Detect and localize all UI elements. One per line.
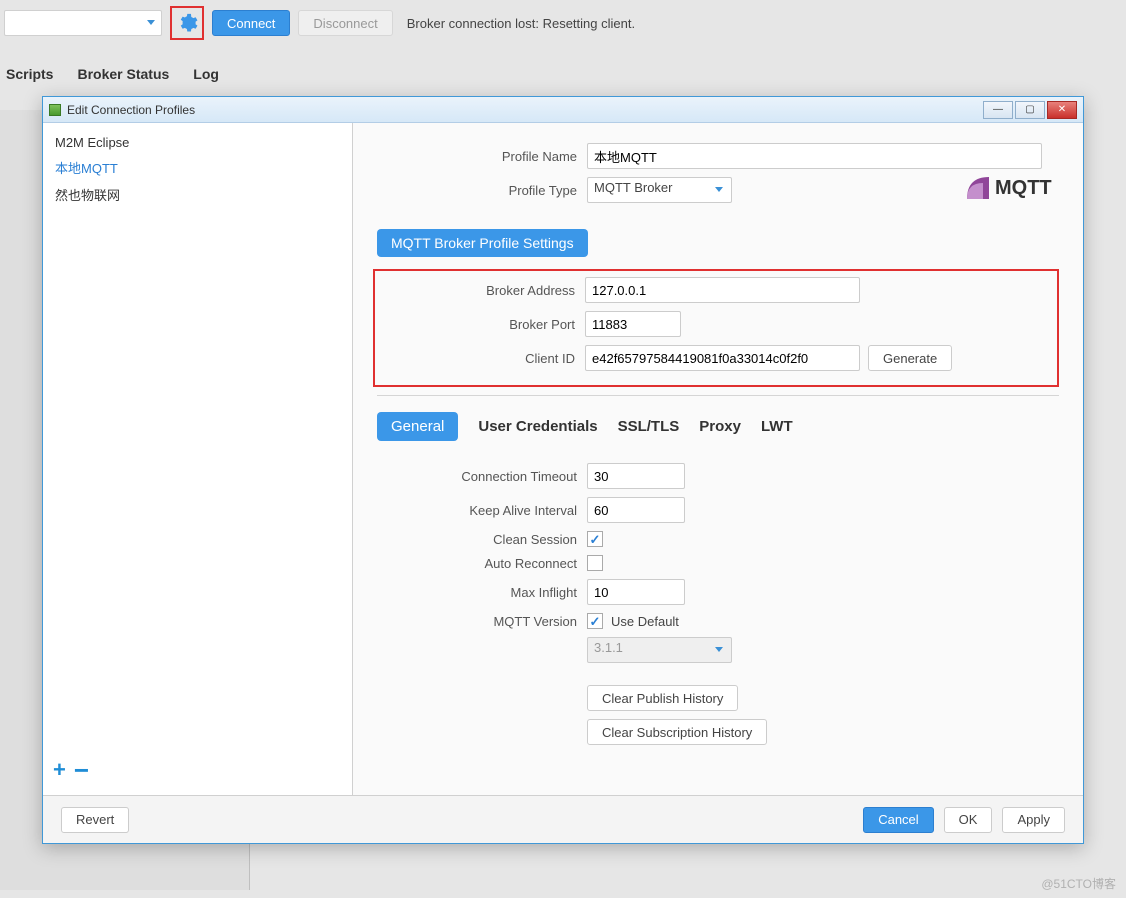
label-auto-reconnect: Auto Reconnect: [377, 556, 587, 571]
profile-item[interactable]: 本地MQTT: [43, 154, 352, 181]
apply-button[interactable]: Apply: [1002, 807, 1065, 833]
ok-button[interactable]: OK: [944, 807, 993, 833]
broker-address-input[interactable]: [585, 277, 860, 303]
label-keep-alive: Keep Alive Interval: [377, 503, 587, 518]
tab-proxy[interactable]: Proxy: [699, 418, 741, 435]
connection-status-text: Broker connection lost: Resetting client…: [407, 16, 635, 31]
section-header-broker-settings: MQTT Broker Profile Settings: [377, 229, 588, 257]
settings-gear-highlight: [170, 6, 204, 40]
broker-port-input[interactable]: [585, 311, 681, 337]
tab-log[interactable]: Log: [193, 66, 219, 82]
top-toolbar: Connect Disconnect Broker connection los…: [0, 0, 1126, 46]
gear-icon[interactable]: [176, 12, 198, 34]
disconnect-button[interactable]: Disconnect: [298, 10, 392, 36]
keep-alive-input[interactable]: [587, 497, 685, 523]
clear-publish-history-button[interactable]: Clear Publish History: [587, 685, 738, 711]
label-broker-address: Broker Address: [375, 283, 585, 298]
tab-general[interactable]: General: [377, 412, 458, 441]
dialog-footer: Revert Cancel OK Apply: [43, 795, 1083, 843]
label-profile-name: Profile Name: [377, 149, 587, 164]
auto-reconnect-checkbox[interactable]: [587, 555, 603, 571]
profile-item[interactable]: M2M Eclipse: [43, 131, 352, 154]
minimize-icon[interactable]: —: [983, 101, 1013, 119]
dialog-titlebar[interactable]: Edit Connection Profiles — ▢ ✕: [43, 97, 1083, 123]
generate-button[interactable]: Generate: [868, 345, 952, 371]
max-inflight-input[interactable]: [587, 579, 685, 605]
profile-name-input[interactable]: [587, 143, 1042, 169]
label-connection-timeout: Connection Timeout: [377, 469, 587, 484]
label-max-inflight: Max Inflight: [377, 585, 587, 600]
maximize-icon[interactable]: ▢: [1015, 101, 1045, 119]
close-icon[interactable]: ✕: [1047, 101, 1077, 119]
settings-tabs-row: General User Credentials SSL/TLS Proxy L…: [377, 412, 1059, 441]
svg-text:MQTT: MQTT: [995, 177, 1052, 199]
main-tabs-row: Scripts Broker Status Log: [0, 46, 1126, 86]
use-default-checkbox[interactable]: [587, 613, 603, 629]
broker-fields-highlight: Broker Address Broker Port Client ID Gen…: [373, 269, 1059, 387]
connect-button[interactable]: Connect: [212, 10, 290, 36]
tab-lwt[interactable]: LWT: [761, 418, 793, 435]
profile-type-select[interactable]: MQTT Broker: [587, 177, 732, 203]
tab-scripts[interactable]: Scripts: [6, 66, 53, 82]
dialog-app-icon: [49, 104, 61, 116]
watermark-text: @51CTO博客: [1041, 875, 1116, 892]
label-client-id: Client ID: [375, 351, 585, 366]
use-default-label: Use Default: [611, 614, 679, 629]
tab-broker-status[interactable]: Broker Status: [77, 66, 169, 82]
remove-profile-icon[interactable]: −: [74, 757, 89, 783]
connection-timeout-input[interactable]: [587, 463, 685, 489]
profile-list-panel: M2M Eclipse 本地MQTT 然也物联网 + −: [43, 123, 353, 795]
tab-ssl-tls[interactable]: SSL/TLS: [618, 418, 680, 435]
mqtt-version-select[interactable]: 3.1.1: [587, 637, 732, 663]
client-id-input[interactable]: [585, 345, 860, 371]
profile-form-panel: MQTT Profile Name Profile Type MQTT Brok…: [353, 123, 1083, 795]
dialog-title-text: Edit Connection Profiles: [67, 103, 195, 117]
cancel-button[interactable]: Cancel: [863, 807, 933, 833]
edit-connection-profiles-dialog: Edit Connection Profiles — ▢ ✕ M2M Eclip…: [42, 96, 1084, 844]
label-mqtt-version: MQTT Version: [377, 614, 587, 629]
tab-user-credentials[interactable]: User Credentials: [478, 418, 597, 435]
label-clean-session: Clean Session: [377, 532, 587, 547]
revert-button[interactable]: Revert: [61, 807, 129, 833]
profile-selector-combo[interactable]: [4, 10, 162, 36]
add-profile-icon[interactable]: +: [53, 759, 66, 785]
clean-session-checkbox[interactable]: [587, 531, 603, 547]
clear-subscription-history-button[interactable]: Clear Subscription History: [587, 719, 767, 745]
profile-item[interactable]: 然也物联网: [43, 181, 352, 208]
label-profile-type: Profile Type: [377, 183, 587, 198]
mqtt-logo: MQTT: [965, 171, 1059, 204]
label-broker-port: Broker Port: [375, 317, 585, 332]
